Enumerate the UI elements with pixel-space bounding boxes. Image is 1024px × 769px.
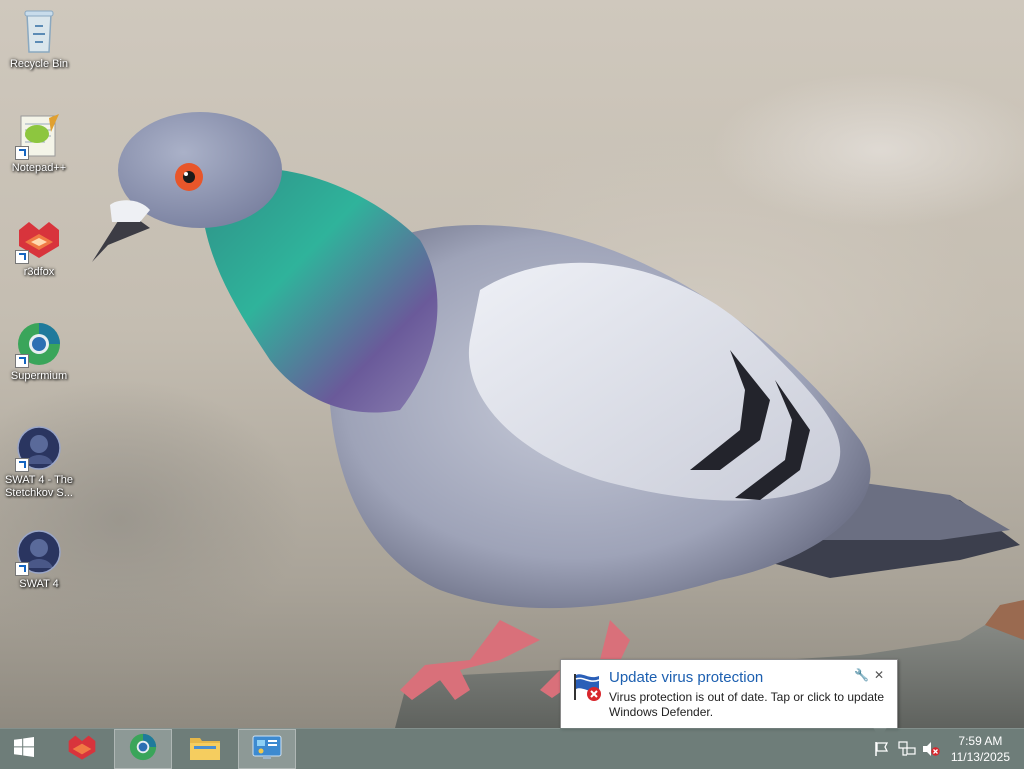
recycle-bin-icon <box>15 8 63 56</box>
control-panel-icon <box>251 733 283 766</box>
shortcut-arrow-icon <box>15 354 29 368</box>
taskbar-item-supermium[interactable] <box>114 729 172 769</box>
desktop-icon-label: r3dfox <box>23 266 55 278</box>
desktop-icon-notepad-plus-plus[interactable]: Notepad++ <box>0 112 78 175</box>
action-center-flag-icon[interactable] <box>873 741 891 757</box>
desktop-icon-swat4[interactable]: SWAT 4 <box>0 528 78 591</box>
desktop-icon-label: Recycle Bin <box>9 58 69 70</box>
defender-warning-flag-icon <box>571 670 603 702</box>
shortcut-arrow-icon <box>15 562 29 576</box>
taskbar: 7:59 AM 11/13/2025 <box>0 728 1024 769</box>
taskbar-item-control-panel[interactable] <box>238 729 296 769</box>
desktop-icon-label: SWAT 4 - The Stetchkov S... <box>4 474 74 499</box>
taskbar-item-file-explorer[interactable] <box>176 729 234 769</box>
swat4-stetchkov-icon <box>15 424 63 472</box>
notification-close-icon[interactable]: ✕ <box>874 668 884 682</box>
notification-title: Update virus protection <box>609 669 764 686</box>
desktop-icon-label: Supermium <box>10 370 68 382</box>
r3dfox-icon <box>66 733 98 766</box>
notepad-plus-plus-icon <box>15 112 63 160</box>
desktop-icon-recycle-bin[interactable]: Recycle Bin <box>0 8 78 71</box>
shortcut-arrow-icon <box>15 458 29 472</box>
defender-notification[interactable]: Update virus protection 🔧 ✕ Virus protec… <box>560 659 898 738</box>
clock-date: 11/13/2025 <box>950 750 1010 764</box>
supermium-icon <box>15 320 63 368</box>
shortcut-arrow-icon <box>15 146 29 160</box>
desktop-wallpaper <box>0 0 1024 728</box>
volume-muted-icon[interactable] <box>922 741 940 757</box>
taskbar-item-r3dfox[interactable] <box>54 729 110 769</box>
r3dfox-icon <box>15 216 63 264</box>
file-explorer-icon <box>189 733 221 766</box>
pigeon-photo <box>92 112 1024 728</box>
shortcut-arrow-icon <box>15 250 29 264</box>
supermium-icon <box>128 732 158 767</box>
swat4-icon <box>15 528 63 576</box>
notification-body: Virus protection is out of date. Tap or … <box>609 690 885 719</box>
network-icon[interactable] <box>898 741 916 757</box>
desktop-icon-label: Notepad++ <box>11 162 67 174</box>
notification-settings-icon[interactable]: 🔧 <box>854 668 869 682</box>
clock-time: 7:59 AM <box>958 734 1003 748</box>
start-button[interactable] <box>0 729 48 769</box>
desktop-icon-label: SWAT 4 <box>19 578 59 590</box>
taskbar-clock[interactable]: 7:59 AM 11/13/2025 <box>951 733 1010 765</box>
windows-start-icon <box>14 736 34 762</box>
desktop-icon-supermium[interactable]: Supermium <box>0 320 78 383</box>
desktop-icon-r3dfox[interactable]: r3dfox <box>0 216 78 279</box>
desktop-icon-swat4-stetchkov[interactable]: SWAT 4 - The Stetchkov S... <box>0 424 78 500</box>
